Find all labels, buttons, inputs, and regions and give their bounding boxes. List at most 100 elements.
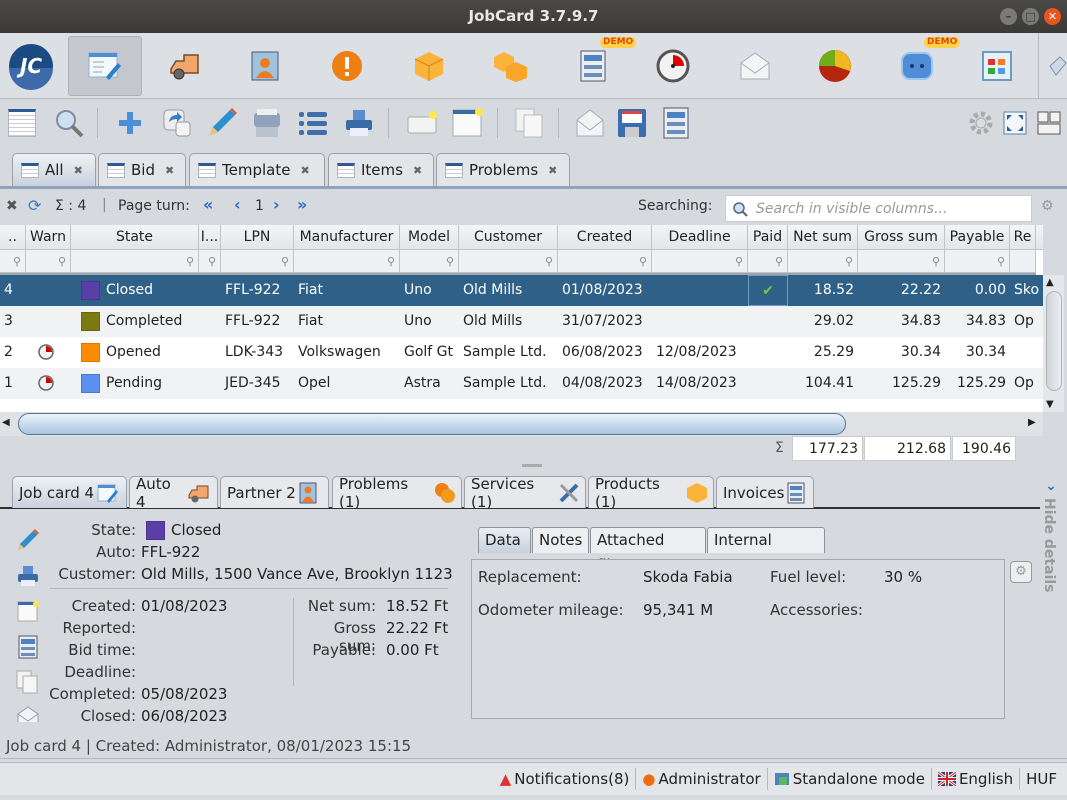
filter-cell[interactable]: ⚲ bbox=[221, 250, 294, 273]
filter-cell[interactable] bbox=[1010, 250, 1036, 273]
nav-job-cards[interactable] bbox=[68, 36, 142, 96]
tab-products[interactable]: Products (1) bbox=[588, 475, 714, 511]
prev-page-icon[interactable]: ‹ bbox=[234, 195, 241, 214]
save-button[interactable] bbox=[615, 106, 649, 140]
col-header-re[interactable]: Re bbox=[1010, 225, 1036, 250]
col-header-created[interactable]: Created bbox=[558, 225, 652, 250]
subtab-attached-files[interactable]: Attached files bbox=[590, 527, 706, 574]
new-window-button[interactable] bbox=[450, 106, 484, 140]
scroll-thumb[interactable] bbox=[1046, 291, 1062, 391]
maximize-button[interactable]: □ bbox=[1022, 8, 1039, 25]
filter-cell[interactable]: ⚲ bbox=[294, 250, 400, 273]
notifications-item[interactable]: ▲ Notifications(8) bbox=[494, 768, 636, 790]
layout-button[interactable] bbox=[1032, 106, 1066, 140]
print-button[interactable] bbox=[342, 106, 376, 140]
filter-cell[interactable]: ⚲ bbox=[748, 250, 788, 273]
email-button[interactable] bbox=[573, 106, 607, 140]
col-header-manufacturer[interactable]: Manufacturer bbox=[294, 225, 400, 250]
search-settings-icon[interactable]: ⚙ bbox=[1041, 198, 1054, 214]
filter-cell[interactable]: ⚲ bbox=[788, 250, 858, 273]
tab-auto[interactable]: Auto 4 bbox=[129, 475, 218, 511]
nav-statistics[interactable] bbox=[798, 36, 872, 96]
nav-problems[interactable] bbox=[310, 36, 384, 96]
nav-invoices[interactable]: DEMO bbox=[556, 36, 637, 96]
panel-settings-icon[interactable]: ⚙ bbox=[1010, 561, 1032, 583]
col-header-deadline[interactable]: Deadline bbox=[652, 225, 748, 250]
close-tab-icon[interactable]: ✖ bbox=[413, 164, 422, 177]
invoice-icon[interactable] bbox=[18, 635, 38, 663]
search-input[interactable]: Search in visible columns... bbox=[725, 195, 1032, 222]
tab-partner[interactable]: Partner 2 bbox=[220, 476, 329, 508]
add-button[interactable] bbox=[113, 106, 147, 140]
col-header-lpn[interactable]: LPN bbox=[221, 225, 294, 250]
close-button[interactable]: ✕ bbox=[1044, 8, 1061, 25]
filter-cell[interactable]: ⚲ bbox=[558, 250, 652, 273]
filter-cell[interactable]: ⚲ bbox=[199, 250, 221, 273]
hide-details-toggle[interactable]: ⌄ Hide details bbox=[1040, 478, 1062, 618]
tab-template[interactable]: Template ✖ bbox=[189, 153, 325, 186]
nav-schedule[interactable] bbox=[636, 36, 710, 96]
delete-button[interactable] bbox=[250, 106, 284, 140]
minimize-button[interactable]: – bbox=[1000, 8, 1017, 25]
col-header-sort[interactable]: .. bbox=[0, 225, 26, 250]
copy-button[interactable] bbox=[512, 106, 546, 140]
tab-items[interactable]: Items ✖ bbox=[328, 153, 434, 186]
nav-robot[interactable]: DEMO bbox=[880, 36, 961, 96]
subtab-internal-notes[interactable]: Internal notes bbox=[707, 527, 825, 574]
edit-icon[interactable] bbox=[16, 528, 40, 556]
language-item[interactable]: English bbox=[930, 768, 1019, 790]
col-header-net-sum[interactable]: Net sum bbox=[788, 225, 858, 250]
user-item[interactable]: ● Administrator bbox=[635, 768, 766, 790]
last-page-icon[interactable]: » bbox=[297, 195, 307, 214]
table-row[interactable]: 3 Completed FFL-922 Fiat Uno Old Mills 31/07/2… bbox=[0, 306, 1043, 337]
tab-job-card[interactable]: Job card 4 bbox=[12, 476, 127, 508]
col-header-warn[interactable]: Warn bbox=[26, 225, 71, 250]
print-icon[interactable] bbox=[17, 565, 39, 591]
new-window-icon[interactable] bbox=[17, 600, 39, 626]
first-page-icon[interactable]: « bbox=[203, 195, 213, 214]
table-view-button[interactable] bbox=[5, 106, 39, 140]
nav-autos[interactable] bbox=[148, 36, 222, 96]
horizontal-scrollbar[interactable]: ◀ ▶ bbox=[0, 412, 1043, 436]
scroll-thumb[interactable] bbox=[18, 413, 846, 435]
close-tab-icon[interactable]: ✖ bbox=[74, 164, 83, 177]
auto-value[interactable]: FFL-922 bbox=[141, 543, 200, 561]
mode-item[interactable]: Standalone mode bbox=[766, 768, 931, 790]
filter-cell[interactable]: ⚲ bbox=[652, 250, 748, 273]
scroll-right-icon[interactable]: ▶ bbox=[1028, 417, 1036, 428]
clear-filter-icon[interactable]: ✖ bbox=[6, 198, 18, 214]
col-header-payable[interactable]: Payable bbox=[945, 225, 1010, 250]
close-tab-icon[interactable]: ✖ bbox=[548, 164, 557, 177]
tab-all[interactable]: All ✖ bbox=[12, 153, 96, 186]
table-row[interactable]: 4 Closed FFL-922 Fiat Uno Old Mills 01/08/2023… bbox=[0, 275, 1043, 306]
customer-value[interactable]: Old Mills, 1500 Vance Ave, Brooklyn 1123 bbox=[141, 565, 453, 583]
filter-cell[interactable]: ⚲ bbox=[0, 250, 26, 273]
duplicate-button[interactable] bbox=[160, 106, 194, 140]
filter-cell[interactable]: ⚲ bbox=[945, 250, 1010, 273]
nav-product-sets[interactable] bbox=[474, 36, 548, 96]
tab-invoices[interactable]: Invoices bbox=[716, 476, 814, 508]
next-page-icon[interactable]: › bbox=[273, 195, 280, 214]
splitter-handle[interactable] bbox=[522, 464, 542, 467]
col-header-customer[interactable]: Customer bbox=[459, 225, 558, 250]
fullscreen-button[interactable] bbox=[998, 106, 1032, 140]
list-button[interactable] bbox=[296, 106, 330, 140]
new-note-button[interactable] bbox=[405, 106, 439, 140]
col-header-i[interactable]: I... bbox=[199, 225, 221, 250]
tab-services[interactable]: Services (1) bbox=[464, 475, 586, 511]
search-button[interactable] bbox=[52, 106, 86, 140]
table-row[interactable]: 1 Pending JED-345 Opel Astra Sample Ltd. 04/08… bbox=[0, 368, 1043, 399]
nav-more-icon[interactable] bbox=[1048, 55, 1067, 81]
edit-button[interactable] bbox=[205, 106, 239, 140]
table-row[interactable]: 2 Opened LDK-343 Volkswagen Golf Gt Sample Lt… bbox=[0, 337, 1043, 368]
filter-cell[interactable]: ⚲ bbox=[459, 250, 558, 273]
filter-cell[interactable]: ⚲ bbox=[400, 250, 459, 273]
nav-partners[interactable] bbox=[228, 36, 302, 96]
col-header-paid[interactable]: Paid bbox=[748, 225, 788, 250]
settings-button[interactable] bbox=[964, 106, 998, 140]
close-tab-icon[interactable]: ✖ bbox=[165, 164, 174, 177]
nav-messages[interactable] bbox=[718, 36, 792, 96]
nav-products[interactable] bbox=[392, 36, 466, 96]
column-settings-icon[interactable]: ⚙ bbox=[1036, 225, 1043, 250]
close-tab-icon[interactable]: ✖ bbox=[300, 164, 309, 177]
